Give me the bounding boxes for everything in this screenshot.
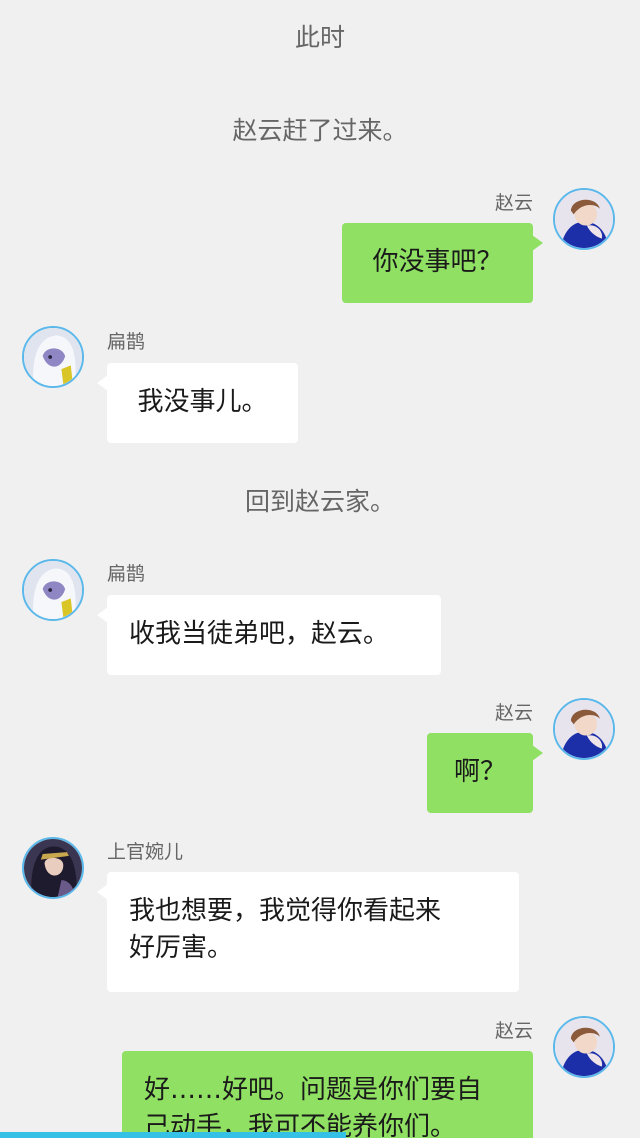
zhaoyun-avatar-icon[interactable] [553, 188, 615, 250]
message-bubble: 你没事吧？ [342, 223, 543, 303]
message-bubble: 收我当徒弟吧，赵云。 [97, 595, 441, 675]
progress-bar [0, 1132, 346, 1138]
message-bubble: 啊？ [427, 733, 543, 813]
sender-name: 上官婉儿 [107, 841, 184, 863]
zhaoyun-avatar-icon[interactable] [553, 1016, 615, 1078]
message-bubble: 我没事儿。 [97, 363, 298, 443]
sender-name: 赵云 [494, 1020, 533, 1042]
sender-name: 扁鹊 [107, 563, 146, 585]
narration-line: 回到赵云家。 [244, 487, 395, 516]
sender-name: 扁鹊 [107, 331, 146, 353]
bianque-avatar-icon[interactable] [22, 559, 84, 621]
bianque-avatar-icon[interactable] [22, 326, 84, 388]
narration-line: 此时 [294, 23, 345, 52]
message-line: 我也想要，我觉得你看起来 [129, 896, 442, 926]
message-line: 好……好吧。问题是你们要自 [144, 1075, 483, 1105]
message-bubble: 我也想要，我觉得你看起来 好厉害。 [97, 872, 519, 992]
message-line: 好厉害。 [129, 933, 234, 963]
shangguan-wan-er-avatar-icon[interactable] [22, 837, 84, 899]
zhaoyun-avatar-icon[interactable] [553, 698, 615, 760]
sender-name: 赵云 [494, 192, 533, 214]
message-bubble: 好……好吧。问题是你们要自 己动手，我可不能养你们。 [122, 1051, 533, 1138]
narration-line: 赵云赶了过来。 [232, 116, 408, 145]
sender-name: 赵云 [494, 702, 533, 724]
